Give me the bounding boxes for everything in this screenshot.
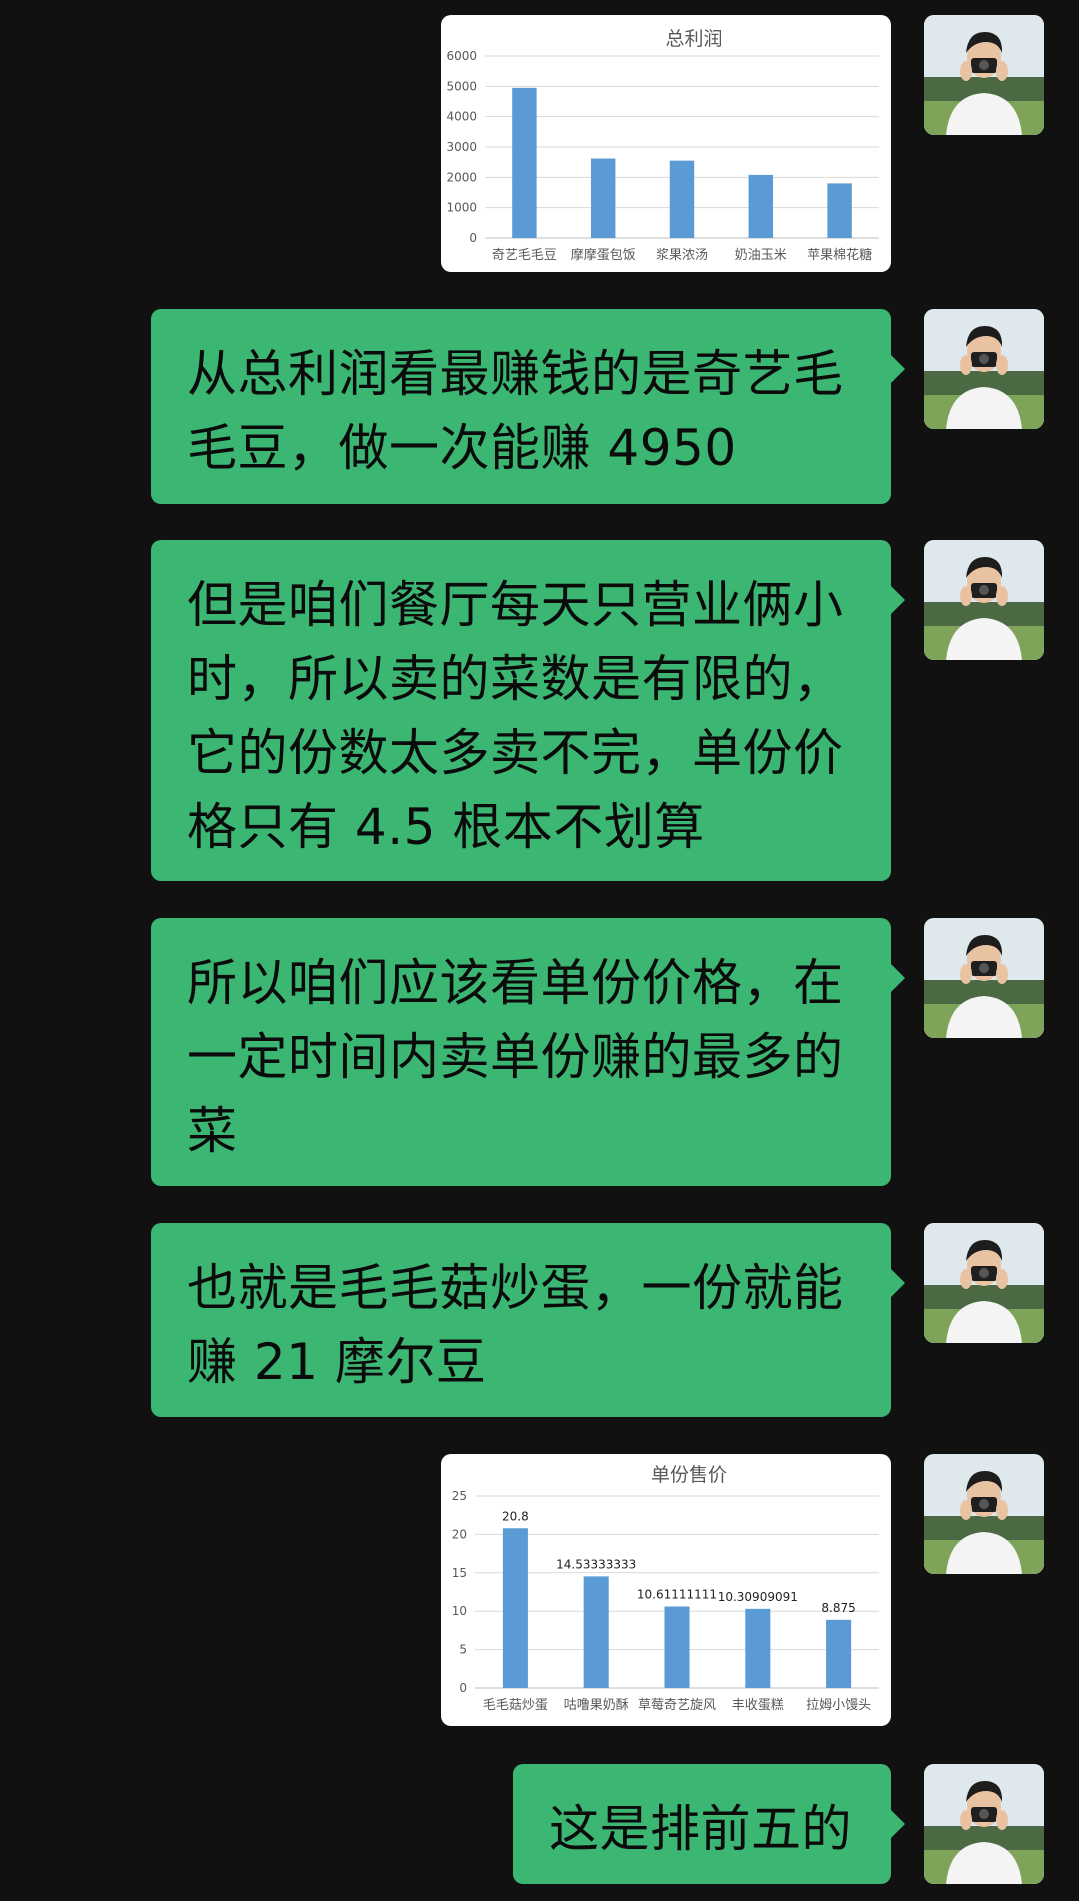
bar bbox=[664, 1606, 690, 1688]
bar bbox=[748, 174, 774, 238]
message-bubble[interactable]: 这是排前五的 bbox=[513, 1764, 905, 1884]
y-tick-label: 1000 bbox=[446, 201, 477, 215]
bar-chart-total-profit: 总利润 0 1000 2000 3000 4000 5000 6000 奇艺毛毛豆 摩摩蛋包饭 浆果… bbox=[446, 28, 879, 263]
y-tick-label: 5 bbox=[459, 1643, 467, 1657]
avatar[interactable] bbox=[924, 1223, 1044, 1343]
bar bbox=[827, 183, 852, 238]
bar bbox=[512, 87, 537, 238]
data-label: 20.8 bbox=[502, 1509, 529, 1523]
avatar-photo-icon bbox=[924, 1223, 1044, 1343]
bar bbox=[745, 1608, 771, 1688]
avatar-photo-icon bbox=[924, 309, 1044, 429]
y-tick-label: 2000 bbox=[446, 170, 477, 184]
x-tick-label: 奇艺毛毛豆 bbox=[492, 247, 557, 263]
x-tick-label: 奶油玉米 bbox=[735, 248, 787, 263]
bar bbox=[590, 158, 616, 238]
data-label: 10.61111111 bbox=[637, 1588, 717, 1602]
avatar[interactable] bbox=[924, 1764, 1044, 1884]
y-tick-label: 0 bbox=[459, 1681, 467, 1695]
y-tick-label: 25 bbox=[452, 1489, 467, 1503]
message-bubble[interactable]: 所以咱们应该看单份价格，在一定时间内卖单份赚的最多的菜 bbox=[151, 918, 905, 1186]
x-tick-label: 咕噜果奶酥 bbox=[564, 1697, 629, 1713]
message-bubble[interactable]: 但是咱们餐厅每天只营业俩小时，所以卖的菜数是有限的，它的份数太多卖不完，单份价格… bbox=[151, 540, 905, 881]
bar bbox=[502, 1528, 528, 1688]
bar bbox=[583, 1576, 609, 1688]
y-tick-label: 5000 bbox=[446, 79, 477, 93]
avatar-photo-icon bbox=[924, 1454, 1044, 1574]
chart-card-unit-price[interactable]: 单份售价 0 5 10 15 20 25 毛毛菇炒蛋 20.8 咕噜果奶酥 14.53333333 草… bbox=[441, 1454, 891, 1726]
avatar-photo-icon bbox=[924, 918, 1044, 1038]
y-tick-label: 6000 bbox=[446, 49, 477, 63]
y-tick-label: 0 bbox=[469, 231, 477, 245]
y-tick-label: 10 bbox=[452, 1604, 467, 1618]
y-tick-label: 4000 bbox=[446, 110, 477, 124]
x-tick-label: 苹果棉花糖 bbox=[807, 247, 872, 263]
x-tick-label: 毛毛菇炒蛋 bbox=[483, 1698, 548, 1713]
x-tick-label: 丰收蛋糕 bbox=[732, 1698, 784, 1713]
bar bbox=[669, 160, 695, 238]
y-tick-label: 15 bbox=[452, 1566, 467, 1580]
data-label: 10.30909091 bbox=[718, 1590, 798, 1604]
y-tick-label: 3000 bbox=[446, 140, 477, 154]
chart-title: 单份售价 bbox=[651, 1464, 727, 1486]
bar bbox=[826, 1619, 852, 1688]
x-tick-label: 摩摩蛋包饭 bbox=[571, 247, 636, 263]
avatar[interactable] bbox=[924, 1454, 1044, 1574]
chart-title: 总利润 bbox=[665, 28, 722, 50]
avatar[interactable] bbox=[924, 309, 1044, 429]
message-bubble[interactable]: 从总利润看最赚钱的是奇艺毛毛豆，做一次能赚 4950 bbox=[151, 309, 905, 504]
bar-chart-unit-price: 单份售价 0 5 10 15 20 25 毛毛菇炒蛋 20.8 咕噜果奶酥 14.53333333 草… bbox=[452, 1464, 879, 1713]
x-tick-label: 拉姆小馒头 bbox=[806, 1698, 871, 1713]
avatar-photo-icon bbox=[924, 15, 1044, 135]
message-bubble[interactable]: 也就是毛毛菇炒蛋，一份就能赚 21 摩尔豆 bbox=[151, 1223, 905, 1417]
y-tick-label: 20 bbox=[452, 1527, 467, 1541]
data-label: 14.53333333 bbox=[556, 1557, 636, 1571]
avatar[interactable] bbox=[924, 918, 1044, 1038]
avatar-photo-icon bbox=[924, 1764, 1044, 1884]
avatar-photo-icon bbox=[924, 540, 1044, 660]
avatar[interactable] bbox=[924, 15, 1044, 135]
avatar[interactable] bbox=[924, 540, 1044, 660]
data-label: 8.875 bbox=[821, 1601, 855, 1615]
x-tick-label: 浆果浓汤 bbox=[656, 248, 708, 263]
x-tick-label: 草莓奇艺旋风 bbox=[638, 1697, 716, 1713]
chart-card-total-profit[interactable]: 总利润 0 1000 2000 3000 4000 5000 6000 奇艺毛毛豆 摩摩蛋包饭 浆果… bbox=[441, 15, 891, 272]
